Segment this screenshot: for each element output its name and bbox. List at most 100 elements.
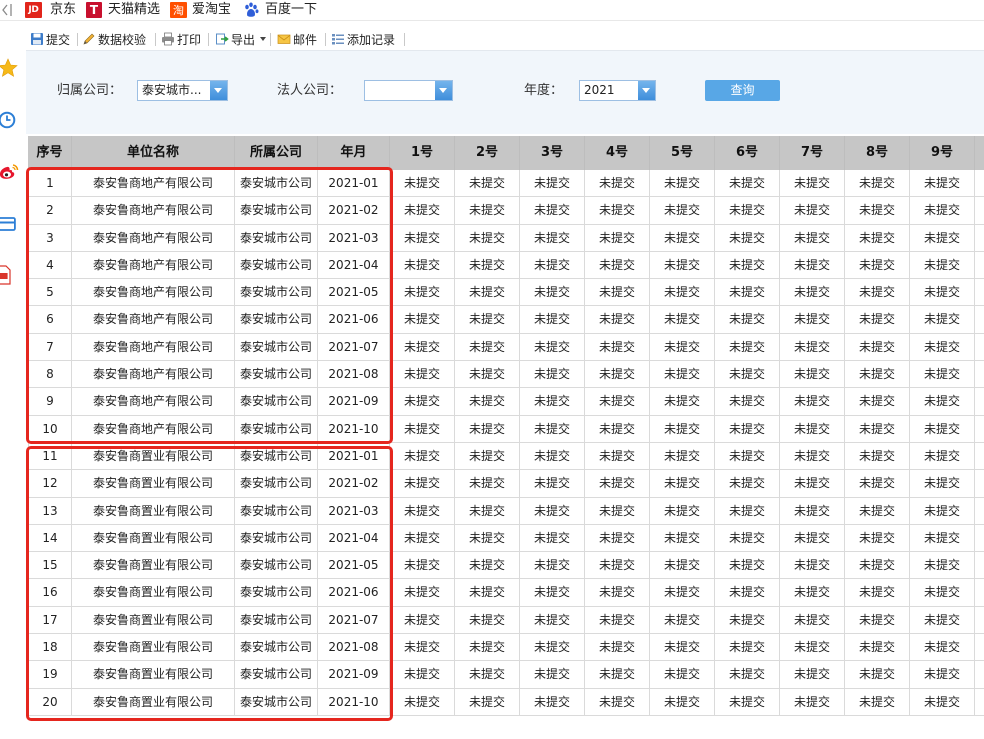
day-status-cell: 未提交: [650, 688, 715, 716]
star-icon[interactable]: [0, 58, 18, 78]
print-label: 打印: [177, 32, 202, 47]
table-row[interactable]: 1 泰安鲁商地产有限公司 泰安城市公司 2021-01 未提交 未提交 未提交 未提交 未提交未…: [28, 170, 984, 198]
table-row[interactable]: 4 泰安鲁商地产有限公司 泰安城市公司 2021-04 未提交 未提交 未提交 未提交 未提交未…: [28, 251, 984, 280]
day-status-cell: 未提交: [455, 470, 520, 498]
year-month-cell: 2021-03: [318, 224, 390, 252]
table-row[interactable]: 2 泰安鲁商地产有限公司 泰安城市公司 2021-02 未提交 未提交 未提交 未提交 未提交未…: [28, 197, 984, 225]
collapse-panel-icon[interactable]: [0, 2, 14, 18]
table-row[interactable]: 10 泰安鲁商地产有限公司 泰安城市公司 2021-10 未提交 未提交 未提交 未提交 未提交…: [28, 415, 984, 443]
legal-company-select[interactable]: [364, 80, 453, 101]
table-row[interactable]: 20 泰安鲁商置业有限公司 泰安城市公司 2021-10 未提交 未提交 未提交 未提交 未提交…: [28, 688, 984, 716]
day-status-cell: 未提交: [650, 224, 715, 252]
day-status-cell: 未提交: [650, 279, 715, 307]
bookmark-taobao[interactable]: 淘 爱淘宝: [170, 2, 231, 18]
day-status-cell: 未提交: [390, 524, 455, 553]
weibo-icon[interactable]: [0, 162, 19, 182]
toolbar-separator: [155, 33, 156, 46]
day-status-cell: 未提交: [585, 170, 650, 198]
year-month-cell: 2021-09: [318, 661, 390, 689]
unit-name-cell: 泰安鲁商地产有限公司: [72, 333, 235, 362]
day-status-cell: 未提交: [520, 415, 585, 443]
day-status-cell: 未提交: [520, 333, 585, 362]
row-number-cell: 8: [28, 361, 72, 389]
day-status-cell: 未提交: [520, 470, 585, 498]
day-status-cell: 未提交: [910, 388, 975, 416]
export-button[interactable]: 导出: [215, 30, 267, 48]
day-status-cell: 未提交: [585, 415, 650, 443]
table-row[interactable]: 11 泰安鲁商置业有限公司 泰安城市公司 2021-01 未提交 未提交 未提交 未提交 未提交…: [28, 442, 984, 471]
table-row[interactable]: 16 泰安鲁商置业有限公司 泰安城市公司 2021-06 未提交 未提交 未提交 未提交 未提交…: [28, 579, 984, 607]
table-row[interactable]: 3 泰安鲁商地产有限公司 泰安城市公司 2021-03 未提交 未提交 未提交 未提交 未提交未…: [28, 224, 984, 252]
owner-company-select[interactable]: 泰安城市...: [137, 80, 228, 101]
card-icon[interactable]: [0, 214, 18, 234]
day-status-cell: 未提交: [845, 306, 910, 334]
day-status-cell-partial: [975, 252, 984, 280]
dropdown-arrow-icon[interactable]: [210, 81, 227, 100]
day-status-cell: 未提交: [845, 415, 910, 443]
table-row[interactable]: 9 泰安鲁商地产有限公司 泰安城市公司 2021-09 未提交 未提交 未提交 未提交 未提交未…: [28, 388, 984, 416]
pdf-icon[interactable]: [0, 265, 17, 285]
email-button[interactable]: 邮件: [277, 30, 317, 48]
day-status-cell-partial: [975, 197, 984, 225]
bookmark-label: 京东: [50, 2, 77, 17]
row-number-cell: 13: [28, 497, 72, 525]
bookmark-baidu[interactable]: 百度一下: [243, 2, 317, 18]
day-status-cell: 未提交: [585, 361, 650, 389]
table-row[interactable]: 14 泰安鲁商置业有限公司 泰安城市公司 2021-04 未提交 未提交 未提交 未提交 未提交…: [28, 524, 984, 553]
day-status-cell: 未提交: [910, 552, 975, 580]
table-row[interactable]: 12 泰安鲁商置业有限公司 泰安城市公司 2021-02 未提交 未提交 未提交 未提交 未提交…: [28, 470, 984, 498]
day-status-cell: 未提交: [715, 470, 780, 498]
day-status-cell: 未提交: [520, 224, 585, 252]
table-row[interactable]: 6 泰安鲁商地产有限公司 泰安城市公司 2021-06 未提交 未提交 未提交 未提交 未提交未…: [28, 306, 984, 334]
column-header-company: 所属公司: [235, 136, 318, 170]
day-status-cell: 未提交: [390, 333, 455, 362]
unit-name-cell: 泰安鲁商地产有限公司: [72, 388, 235, 416]
report-table: 序号 单位名称 所属公司 年月 1号 2号 3号 4号 5号 6号 7号 8号 …: [28, 136, 984, 716]
bookmark-tmall[interactable]: T 天猫精选: [86, 2, 160, 18]
day-status-cell: 未提交: [845, 224, 910, 252]
day-status-cell: 未提交: [650, 306, 715, 334]
query-button[interactable]: 查询: [705, 80, 780, 101]
validate-data-button[interactable]: 数据校验: [82, 30, 146, 48]
table-row[interactable]: 19 泰安鲁商置业有限公司 泰安城市公司 2021-09 未提交 未提交 未提交 未提交 未提交…: [28, 661, 984, 689]
submit-button[interactable]: 提交: [30, 30, 70, 48]
day-status-cell: 未提交: [520, 606, 585, 635]
day-status-cell: 未提交: [650, 170, 715, 198]
day-status-cell: 未提交: [845, 688, 910, 716]
day-status-cell: 未提交: [390, 634, 455, 662]
add-record-button[interactable]: 添加记录: [331, 30, 395, 48]
dropdown-arrow-icon[interactable]: [435, 81, 452, 100]
day-status-cell: 未提交: [455, 333, 520, 362]
day-status-cell: 未提交: [910, 361, 975, 389]
day-status-cell-partial: [975, 334, 984, 362]
unit-name-cell: 泰安鲁商置业有限公司: [72, 634, 235, 662]
table-row[interactable]: 15 泰安鲁商置业有限公司 泰安城市公司 2021-05 未提交 未提交 未提交 未提交 未提交…: [28, 552, 984, 580]
day-status-cell: 未提交: [585, 552, 650, 580]
day-status-cell: 未提交: [910, 634, 975, 662]
day-status-cell-partial: [975, 689, 984, 716]
year-month-cell: 2021-06: [318, 579, 390, 607]
day-status-cell: 未提交: [715, 279, 780, 307]
table-row[interactable]: 8 泰安鲁商地产有限公司 泰安城市公司 2021-08 未提交 未提交 未提交 未提交 未提交未…: [28, 361, 984, 389]
table-header: 序号 单位名称 所属公司 年月 1号 2号 3号 4号 5号 6号 7号 8号 …: [28, 136, 984, 170]
print-button[interactable]: 打印: [161, 30, 201, 48]
day-status-cell: 未提交: [650, 333, 715, 362]
day-status-cell: 未提交: [390, 579, 455, 607]
dropdown-arrow-icon[interactable]: [638, 81, 655, 100]
day-status-cell: 未提交: [520, 170, 585, 198]
table-row[interactable]: 18 泰安鲁商置业有限公司 泰安城市公司 2021-08 未提交 未提交 未提交 未提交 未提交…: [28, 634, 984, 662]
year-select[interactable]: 2021: [579, 80, 656, 101]
day-status-cell: 未提交: [390, 251, 455, 280]
day-status-cell: 未提交: [520, 688, 585, 716]
table-row[interactable]: 7 泰安鲁商地产有限公司 泰安城市公司 2021-07 未提交 未提交 未提交 未提交 未提交未…: [28, 333, 984, 362]
table-row[interactable]: 5 泰安鲁商地产有限公司 泰安城市公司 2021-05 未提交 未提交 未提交 未提交 未提交未…: [28, 279, 984, 307]
day-status-cell: 未提交: [455, 224, 520, 252]
company-cell: 泰安城市公司: [235, 279, 318, 307]
day-status-cell: 未提交: [455, 388, 520, 416]
day-status-cell-partial: [975, 498, 984, 525]
table-row[interactable]: 17 泰安鲁商置业有限公司 泰安城市公司 2021-07 未提交 未提交 未提交 未提交 未提交…: [28, 606, 984, 635]
clock-icon[interactable]: [0, 110, 18, 130]
bookmark-jd[interactable]: JD 京东: [25, 2, 76, 18]
column-header-day-9: 9号: [910, 136, 975, 170]
table-row[interactable]: 13 泰安鲁商置业有限公司 泰安城市公司 2021-03 未提交 未提交 未提交 未提交 未提交…: [28, 497, 984, 525]
